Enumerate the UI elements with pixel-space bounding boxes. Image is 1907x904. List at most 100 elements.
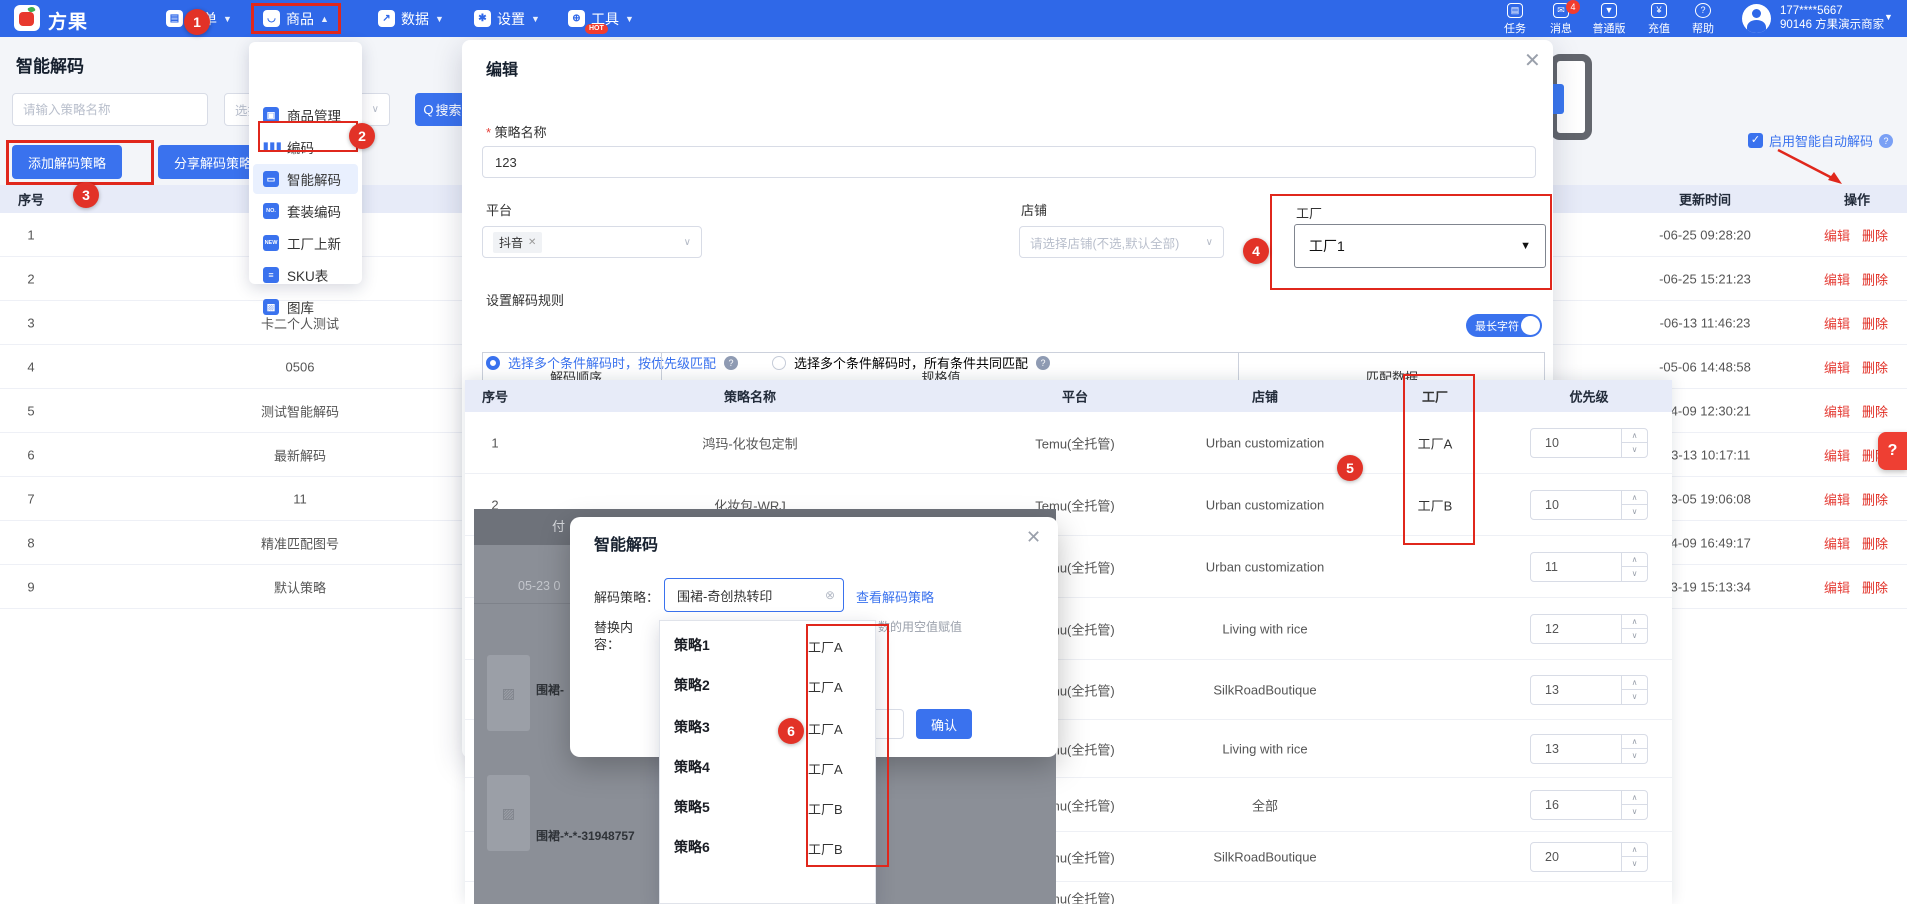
strategy-option[interactable]: 策略2 工厂A	[660, 665, 875, 705]
delete-link[interactable]: 删除	[1862, 313, 1888, 332]
edit-link[interactable]: 编辑	[1824, 401, 1850, 420]
stepper-arrows-icon[interactable]: ∧ ∨	[1621, 842, 1647, 871]
plan-button[interactable]: ▼ 普通版	[1586, 3, 1632, 36]
new-badge-icon: NEW	[263, 235, 279, 251]
menu-item-gallery[interactable]: ▨ 图库	[253, 292, 358, 322]
edit-link[interactable]: 编辑	[1824, 489, 1850, 508]
tasks-button[interactable]: ▤ 任务	[1492, 3, 1538, 36]
stepper-arrows-icon[interactable]: ∧ ∨	[1621, 790, 1647, 819]
view-decode-strategy-link[interactable]: 查看解码策略	[856, 587, 934, 606]
edit-link[interactable]: 编辑	[1824, 577, 1850, 596]
edit-link[interactable]: 编辑	[1824, 269, 1850, 288]
platform-select[interactable]: 抖音 ✕ ∨	[482, 226, 702, 258]
no-badge-icon: NO.	[263, 203, 279, 219]
avatar[interactable]	[1742, 4, 1771, 33]
strategy-option[interactable]: 策略3 工厂A	[660, 707, 875, 747]
shop-select[interactable]: 请选择店铺(不选,默认全部) ∨	[1019, 226, 1224, 258]
strategy-name-label: 策略名称	[486, 122, 547, 141]
annotation-number-5: 5	[1337, 455, 1363, 481]
strategy-name-search-input[interactable]	[12, 93, 208, 126]
delete-link[interactable]: 删除	[1862, 269, 1888, 288]
product-manage-icon: ▣	[263, 107, 279, 123]
checkbox-checked-icon[interactable]: ✓	[1748, 133, 1763, 148]
recharge-button[interactable]: ¥ 充值	[1636, 3, 1682, 36]
factory-select[interactable]: 工厂1 ▼	[1294, 224, 1546, 268]
strategy-option[interactable]: 策略6 工厂B	[660, 827, 875, 867]
menu-item-sku-table[interactable]: ≡ SKU表	[253, 260, 358, 290]
confirm-button[interactable]: 确认	[916, 709, 972, 739]
floating-help-button[interactable]: ?	[1878, 432, 1907, 470]
annotation-number-6: 6	[778, 718, 804, 744]
yuan-icon: ¥	[1651, 3, 1667, 18]
smart-decode-icon: ▭	[263, 171, 279, 187]
delete-link[interactable]: 删除	[1862, 489, 1888, 508]
remove-tag-icon[interactable]: ✕	[528, 237, 536, 248]
priority-input[interactable]: 13 ∧ ∨	[1530, 733, 1648, 764]
decode-rules-label: 设置解码规则	[486, 293, 565, 308]
stepper-arrows-icon[interactable]: ∧ ∨	[1621, 614, 1647, 643]
edit-link[interactable]: 编辑	[1824, 357, 1850, 376]
delete-link[interactable]: 删除	[1862, 357, 1888, 376]
logo-icon	[14, 5, 40, 31]
stepper-arrows-icon[interactable]: ∧ ∨	[1621, 552, 1647, 581]
nav-item-products[interactable]: ◡ 商品 ▲	[257, 5, 335, 32]
clear-icon[interactable]: ⊗	[825, 588, 835, 602]
decode-strategy-input[interactable]: 围裙-奇创热转印 ⊗	[664, 578, 844, 612]
gear-icon: ✱	[474, 10, 491, 27]
dialog-title: 智能解码	[594, 537, 659, 554]
menu-item-product-manage[interactable]: ▣ 商品管理	[253, 100, 358, 130]
close-icon[interactable]: ✕	[1026, 527, 1041, 548]
close-icon[interactable]: ✕	[1524, 48, 1541, 73]
priority-input[interactable]: 11 ∧ ∨	[1530, 551, 1648, 582]
edit-link[interactable]: 编辑	[1824, 445, 1850, 464]
delete-link[interactable]: 删除	[1862, 401, 1888, 420]
image-icon: ▨	[263, 299, 279, 315]
nav-item-data[interactable]: ↗ 数据 ▼	[372, 5, 450, 32]
strategy-name-input[interactable]	[482, 146, 1536, 178]
edit-link[interactable]: 编辑	[1824, 533, 1850, 552]
stepper-arrows-icon[interactable]: ∧ ∨	[1621, 428, 1647, 457]
barcode-icon: ▮▮▮	[263, 141, 283, 152]
delete-link[interactable]: 删除	[1862, 225, 1888, 244]
priority-input[interactable]: 13 ∧ ∨	[1530, 674, 1648, 705]
stepper-arrows-icon[interactable]: ∧ ∨	[1621, 734, 1647, 763]
strategy-option[interactable]: 策略1 工厂A	[660, 625, 875, 665]
priority-input[interactable]: 20 ∧ ∨	[1530, 841, 1648, 872]
edit-link[interactable]: 编辑	[1824, 225, 1850, 244]
help-icon[interactable]: ?	[1879, 133, 1894, 148]
user-info[interactable]: 177****5667 90146 方果演示商家	[1780, 4, 1884, 32]
strategy-option[interactable]: 策略5 工厂B	[660, 787, 875, 827]
product-image-placeholder: ▨	[487, 775, 530, 851]
platform-tag: 抖音 ✕	[493, 231, 543, 253]
messages-button[interactable]: ✉ 消息 4	[1538, 0, 1584, 36]
menu-item-smart-decode[interactable]: ▭ 智能解码	[253, 164, 358, 194]
nav-item-settings[interactable]: ✱ 设置 ▼	[468, 5, 546, 32]
priority-input[interactable]: 16 ∧ ∨	[1530, 789, 1648, 820]
menu-item-set-encode[interactable]: NO. 套装编码	[253, 196, 358, 226]
hot-badge: HOT	[585, 24, 608, 34]
select-arrow-icon: ▼	[1520, 240, 1531, 252]
strategy-option[interactable]: 策略4 工厂A	[660, 747, 875, 787]
help-button[interactable]: ? 帮助	[1680, 3, 1726, 36]
edit-link[interactable]: 编辑	[1824, 313, 1850, 332]
menu-item-encode[interactable]: ▮▮▮ 编码	[253, 132, 358, 162]
delete-link[interactable]: 删除	[1862, 533, 1888, 552]
annotation-number-4: 4	[1243, 238, 1269, 264]
priority-input[interactable]: 12 ∧ ∨	[1530, 613, 1648, 644]
app-screen: 智能解码 选择店铺∨ Q搜索 添加解码策略 分享解码策略 ✓ 启用智能自动解码 …	[0, 0, 1907, 904]
menu-item-factory-new[interactable]: NEW 工厂上新	[253, 228, 358, 258]
stepper-arrows-icon[interactable]: ∧ ∨	[1621, 675, 1647, 704]
longest-char-toggle[interactable]: 最长字符	[1466, 314, 1542, 337]
priority-input[interactable]: 10 ∧ ∨	[1530, 489, 1648, 520]
shop-label: 店铺	[1021, 203, 1048, 218]
dialog-title: 编辑	[486, 62, 519, 79]
annotation-number-3: 3	[73, 182, 99, 208]
tools-icon: ⊕	[568, 10, 585, 27]
chart-icon: ↗	[378, 10, 395, 27]
delete-link[interactable]: 删除	[1862, 577, 1888, 596]
add-decode-strategy-button[interactable]: 添加解码策略	[12, 145, 123, 179]
chevron-down-icon: ∨	[683, 236, 691, 248]
stepper-arrows-icon[interactable]: ∧ ∨	[1621, 490, 1647, 519]
question-icon: ?	[1695, 3, 1711, 18]
priority-input[interactable]: 10 ∧ ∨	[1530, 427, 1648, 458]
